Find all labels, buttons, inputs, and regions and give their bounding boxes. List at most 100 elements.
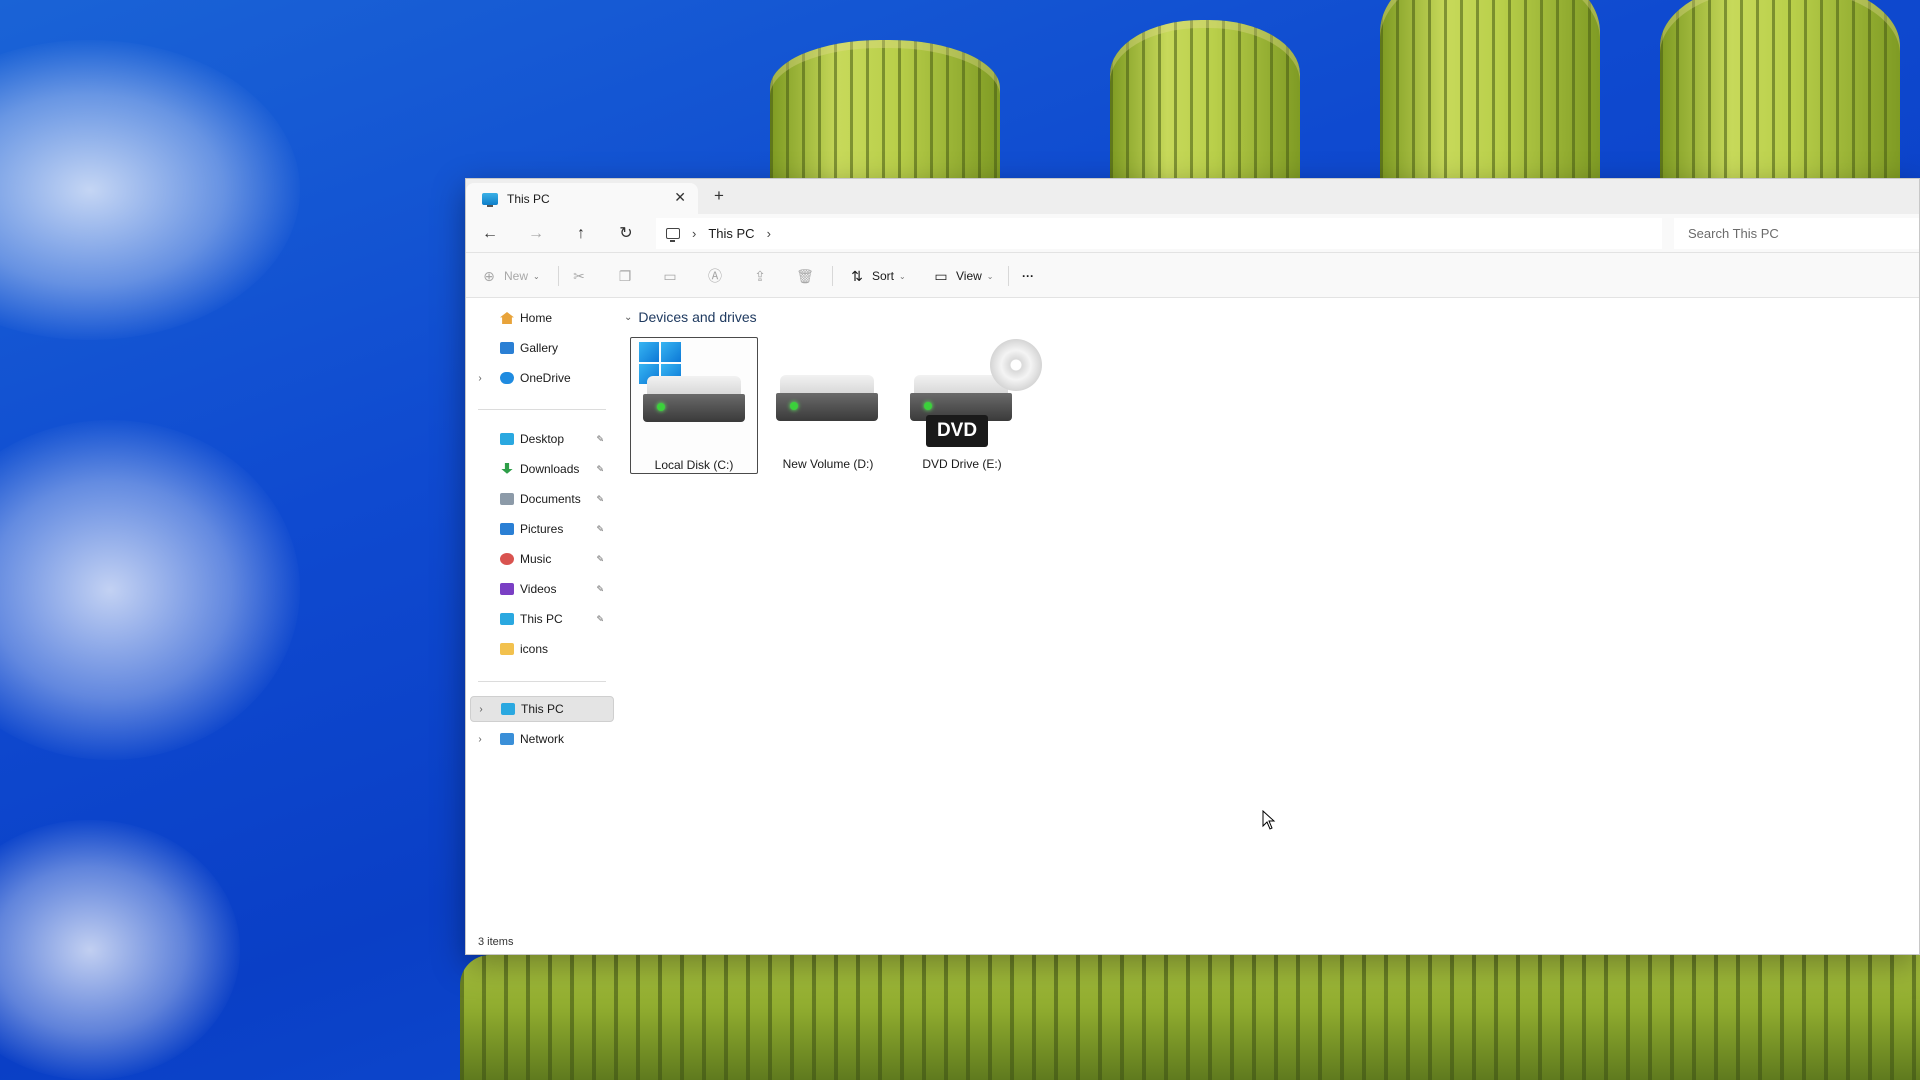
- tab-this-pc[interactable]: This PC ✕: [466, 183, 698, 214]
- up-button[interactable]: ↑: [571, 224, 591, 244]
- sidebar-item-gallery[interactable]: Gallery: [470, 335, 614, 361]
- sidebar-item-label: Music: [520, 552, 552, 566]
- sidebar-item-documents[interactable]: Documents ✎: [470, 486, 614, 512]
- pin-icon: ✎: [596, 463, 604, 474]
- drive-new-volume-d[interactable]: New Volume (D:): [764, 337, 892, 474]
- cactus-arm: [1110, 20, 1300, 200]
- sidebar-item-label: Network: [520, 732, 565, 746]
- chevron-right-icon[interactable]: ›: [470, 373, 490, 384]
- sidebar-item-label: Videos: [520, 582, 557, 596]
- disc-icon: [990, 339, 1042, 391]
- more-icon: ···: [1022, 269, 1034, 283]
- search-placeholder: Search This PC: [1688, 226, 1779, 241]
- sidebar-divider: [478, 409, 606, 410]
- status-bar: 3 items: [466, 930, 1919, 954]
- music-icon: [500, 553, 514, 565]
- sidebar-item-icons[interactable]: icons: [470, 636, 614, 662]
- sort-button[interactable]: ⇅ Sort ⌄: [848, 265, 906, 287]
- drive-label: New Volume (D:): [782, 457, 874, 471]
- back-button[interactable]: ←: [480, 224, 500, 244]
- cut-button[interactable]: ✂: [570, 265, 594, 287]
- breadcrumb-this-pc[interactable]: This PC: [708, 226, 754, 241]
- new-label: New: [504, 269, 529, 283]
- desktop-icon: [500, 433, 514, 445]
- local-disk-icon: [643, 376, 745, 428]
- breadcrumb-separator[interactable]: ›: [767, 226, 771, 241]
- sort-label: Sort: [872, 269, 895, 283]
- sidebar-item-label: OneDrive: [520, 371, 571, 385]
- mouse-cursor-icon: [1262, 810, 1276, 830]
- sidebar-item-pictures[interactable]: Pictures ✎: [470, 516, 614, 542]
- onedrive-icon: [500, 372, 514, 384]
- drive-local-disk-c[interactable]: Local Disk (C:): [630, 337, 758, 474]
- new-button[interactable]: ⊕ New ⌄: [480, 265, 540, 287]
- group-header-devices-and-drives[interactable]: ⌄ Devices and drives: [624, 309, 757, 325]
- sidebar-item-desktop[interactable]: Desktop ✎: [470, 426, 614, 452]
- item-count: 3 items: [478, 936, 514, 948]
- this-pc-icon: [500, 613, 514, 625]
- this-pc-icon: [482, 192, 498, 207]
- videos-icon: [500, 583, 514, 595]
- drive-dvd-e[interactable]: DVD DVD Drive (E:): [898, 337, 1042, 474]
- more-options-button[interactable]: ···: [1022, 265, 1034, 287]
- view-icon: ▭: [934, 267, 948, 284]
- gallery-icon: [500, 342, 514, 354]
- sidebar-item-network[interactable]: › Network: [470, 726, 614, 752]
- view-button[interactable]: ▭ View ⌄: [932, 265, 994, 287]
- trash-icon: 🗑: [796, 267, 814, 284]
- navigation-pane: Home Gallery › OneDrive Desktop ✎ Downlo…: [466, 299, 614, 930]
- cloud: [0, 420, 300, 760]
- title-bar: This PC ✕ +: [466, 179, 1919, 214]
- chevron-down-icon: ⌄: [986, 271, 994, 281]
- pin-icon: ✎: [596, 523, 604, 534]
- chevron-down-icon: ⌄: [624, 311, 633, 323]
- sidebar-item-home[interactable]: Home: [470, 305, 614, 331]
- this-pc-icon: [501, 703, 515, 715]
- paste-button[interactable]: ▭: [661, 265, 685, 287]
- sidebar-item-onedrive[interactable]: › OneDrive: [470, 365, 614, 391]
- sidebar-item-label: This PC: [521, 702, 564, 716]
- file-explorer-window: This PC ✕ + ← → ↑ ↻ › This PC › Search T…: [465, 178, 1920, 955]
- address-bar: ← → ↑ ↻ › This PC › Search This PC: [466, 214, 1919, 253]
- network-icon: [500, 733, 514, 745]
- plus-circle-icon: ⊕: [483, 267, 495, 284]
- sidebar-item-music[interactable]: Music ✎: [470, 546, 614, 572]
- search-input[interactable]: Search This PC: [1674, 218, 1919, 249]
- refresh-button[interactable]: ↻: [616, 224, 636, 244]
- sidebar-item-label: This PC: [520, 612, 563, 626]
- sidebar-item-this-pc[interactable]: › This PC: [470, 696, 614, 722]
- rename-icon: Ⓐ: [708, 268, 722, 284]
- address-box[interactable]: › This PC ›: [656, 218, 1662, 249]
- chevron-right-icon[interactable]: ›: [471, 704, 491, 715]
- chevron-right-icon[interactable]: ›: [470, 734, 490, 745]
- toolbar-divider: [558, 266, 559, 286]
- copy-icon: ❐: [618, 267, 632, 284]
- close-tab-button[interactable]: ✕: [674, 189, 686, 206]
- drive-label: DVD Drive (E:): [922, 457, 1002, 471]
- new-tab-button[interactable]: +: [714, 186, 724, 206]
- forward-button[interactable]: →: [526, 224, 546, 244]
- toolbar-divider: [1008, 266, 1009, 286]
- sidebar-item-label: Gallery: [520, 341, 559, 355]
- delete-button[interactable]: 🗑: [796, 265, 820, 287]
- pin-icon: ✎: [596, 613, 604, 624]
- chevron-down-icon: ⌄: [899, 271, 906, 281]
- rename-button[interactable]: Ⓐ: [706, 265, 730, 287]
- dvd-badge: DVD: [926, 415, 988, 447]
- sidebar-item-label: Documents: [520, 492, 581, 506]
- sidebar-item-videos[interactable]: Videos ✎: [470, 576, 614, 602]
- clipboard-icon: ▭: [663, 267, 677, 284]
- hard-drive-icon: [776, 375, 878, 427]
- command-bar: ⊕ New ⌄ ✂ ❐ ▭ Ⓐ ⇪ 🗑 ⇅ Sort ⌄ ▭ View ⌄ ··…: [466, 253, 1919, 298]
- sidebar-item-this-pc-pinned[interactable]: This PC ✎: [470, 606, 614, 632]
- chevron-down-icon: ⌄: [533, 271, 540, 281]
- share-button[interactable]: ⇪: [751, 265, 775, 287]
- sidebar-item-downloads[interactable]: Downloads ✎: [470, 456, 614, 482]
- cloud: [0, 40, 300, 340]
- sidebar-item-label: Downloads: [520, 462, 580, 476]
- pin-icon: ✎: [596, 583, 604, 594]
- copy-button[interactable]: ❐: [616, 265, 640, 287]
- this-pc-icon: [666, 228, 680, 242]
- sidebar-item-label: icons: [520, 642, 549, 656]
- sidebar-item-label: Pictures: [520, 522, 564, 536]
